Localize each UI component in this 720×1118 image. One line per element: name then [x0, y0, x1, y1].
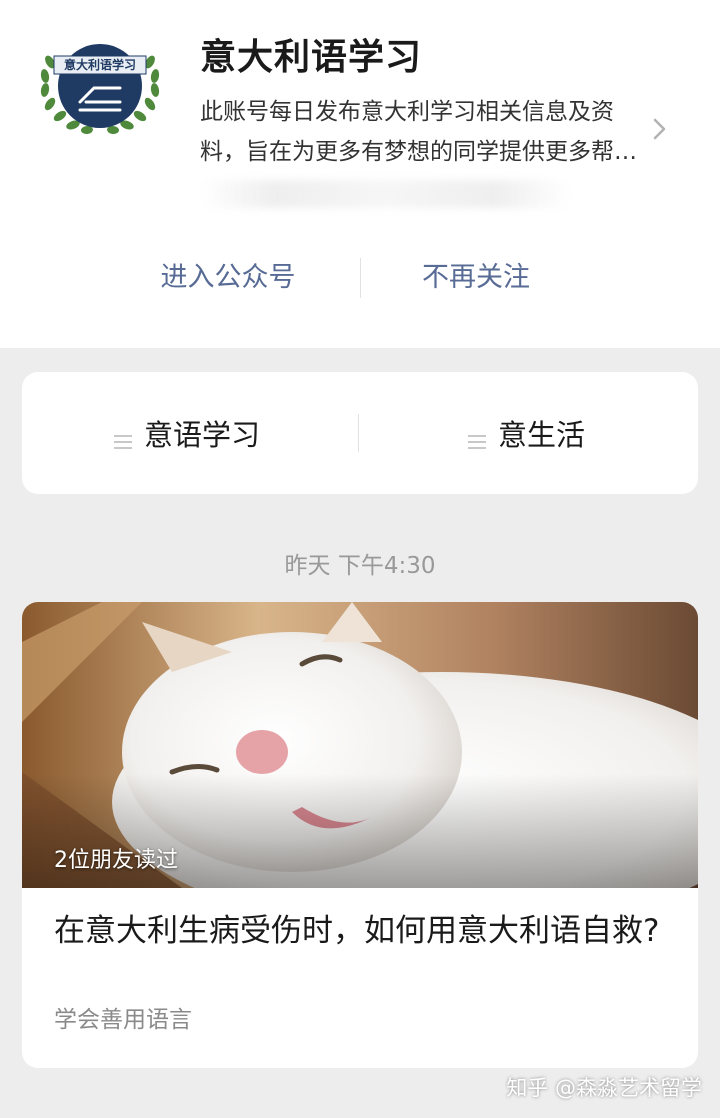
- blurred-info-strip: [200, 180, 570, 208]
- account-profile-card: 意大利语学习 意大利语学习 此账号每日发布意大利学习相关信息及资料，旨在为更多有…: [0, 0, 720, 348]
- account-description[interactable]: 此账号每日发布意大利学习相关信息及资料，旨在为更多有梦想的同学提供更多帮助和资讯…: [200, 92, 644, 172]
- source-watermark: 知乎 @森淼艺术留学: [506, 1076, 702, 1100]
- logo-banner-text: 意大利语学习: [63, 58, 136, 72]
- enter-account-button[interactable]: 进入公众号: [100, 254, 356, 302]
- menu-item-italian-study[interactable]: 意语学习: [114, 372, 260, 494]
- menu-item-label: 意语学习: [144, 418, 261, 452]
- article-digest: 学会善用语言: [54, 1007, 192, 1033]
- article-card[interactable]: 2位朋友读过 在意大利生病受伤时，如何用意大利语自救? 学会善用语言: [22, 602, 698, 1068]
- account-menu-card: 意语学习 意生活: [22, 372, 698, 494]
- message-timestamp: 昨天 下午4:30: [284, 553, 436, 579]
- article-title[interactable]: 在意大利生病受伤时，如何用意大利语自救?: [54, 910, 666, 952]
- unfollow-button[interactable]: 不再关注: [364, 254, 588, 302]
- chevron-right-icon[interactable]: [650, 114, 670, 144]
- menu-item-label: 意生活: [498, 418, 586, 452]
- menu-lines-icon: [468, 424, 486, 449]
- account-logo[interactable]: 意大利语学习: [36, 32, 164, 138]
- menu-item-italian-life[interactable]: 意生活: [468, 372, 585, 494]
- menu-lines-icon: [114, 424, 132, 449]
- account-name: 意大利语学习: [200, 37, 423, 78]
- friends-read-count: 2位朋友读过: [54, 848, 178, 873]
- menu-divider: [358, 414, 359, 452]
- action-divider: [360, 258, 361, 298]
